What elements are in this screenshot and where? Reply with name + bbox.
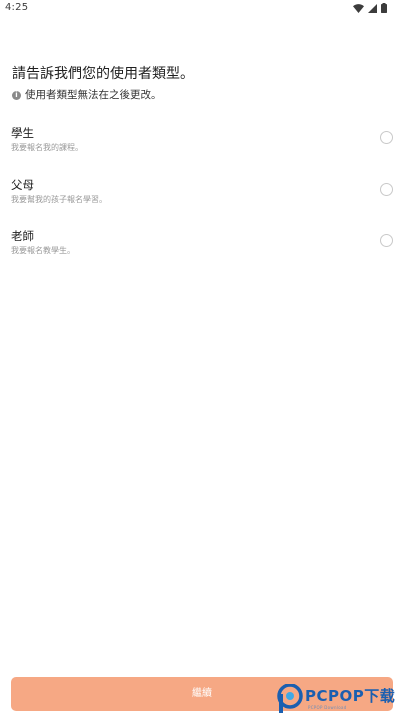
option-description: 我要幫我的孩子報名學習。 (11, 195, 107, 204)
user-type-screen: 4:25 請告訴我們您的使用者類型。 i 使用者類型無法在之後更改。 學生 我要… (0, 0, 403, 720)
watermark: PCPOP下载 PCPOP Download (277, 684, 399, 716)
status-time: 4:25 (5, 2, 29, 13)
option-teacher[interactable]: 老師 我要報名教學生。 (0, 228, 403, 270)
watermark-brand: PCPOP下载 (305, 687, 396, 705)
student-radio[interactable] (380, 131, 393, 144)
user-type-note: i 使用者類型無法在之後更改。 (12, 88, 162, 102)
option-description: 我要報名教學生。 (11, 246, 75, 255)
parent-radio[interactable] (380, 183, 393, 196)
watermark-sub: PCPOP Download (308, 705, 347, 710)
battery-icon (381, 3, 387, 13)
status-bar: 4:25 (0, 0, 403, 16)
info-icon: i (12, 90, 21, 100)
option-parent[interactable]: 父母 我要幫我的孩子報名學習。 (0, 177, 403, 219)
pcpop-logo-icon (277, 684, 303, 713)
note-text: 使用者類型無法在之後更改。 (25, 89, 162, 101)
wifi-icon (353, 3, 364, 13)
option-title: 老師 (11, 229, 34, 243)
status-icons (353, 3, 387, 13)
page-title: 請告訴我們您的使用者類型。 (12, 66, 194, 82)
option-description: 我要報名我的課程。 (11, 143, 83, 152)
option-title: 學生 (11, 126, 34, 140)
option-title: 父母 (11, 178, 34, 192)
option-student[interactable]: 學生 我要報名我的課程。 (0, 125, 403, 167)
signal-icon (368, 3, 377, 13)
teacher-radio[interactable] (380, 234, 393, 247)
